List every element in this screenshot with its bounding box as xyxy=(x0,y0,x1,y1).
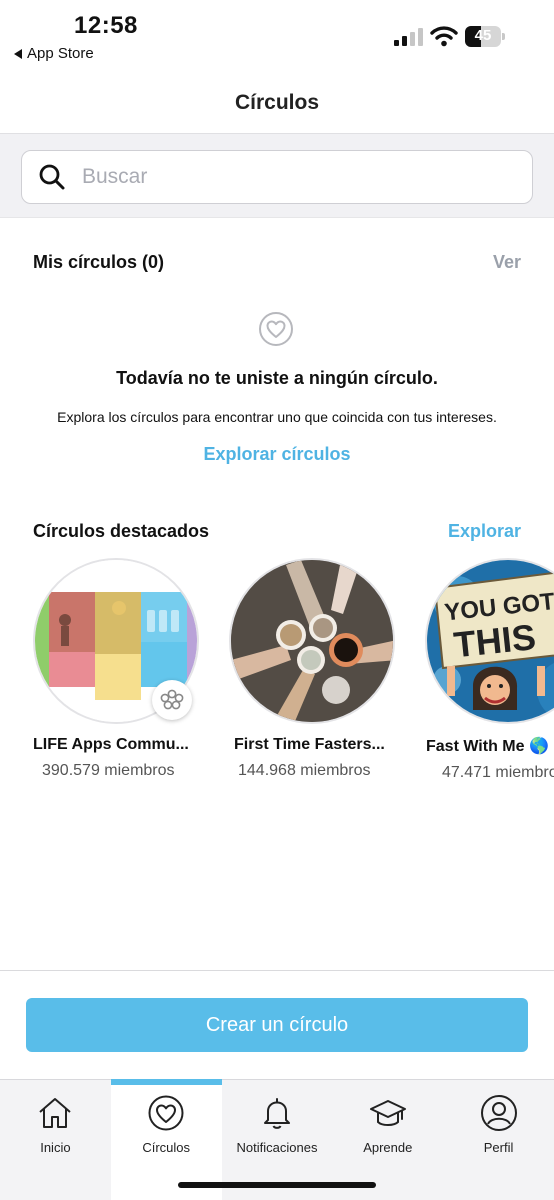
my-circles-header: Mis círculos (0) Ver xyxy=(33,252,521,273)
featured-header: Círculos destacados Explorar xyxy=(33,521,521,542)
tab-inicio[interactable]: Inicio xyxy=(0,1080,111,1200)
tab-perfil[interactable]: Perfil xyxy=(443,1080,554,1200)
status-bar: 12:58 App Store 45 xyxy=(0,0,554,72)
battery-icon: 45 xyxy=(465,26,505,48)
featured-circle-card[interactable]: YOU GOT THIS Fast With Me 🌎 47.471 miemb… xyxy=(425,558,554,782)
back-to-app-store-link[interactable]: App Store xyxy=(14,45,94,62)
circle-name: First Time Fasters... xyxy=(234,736,385,753)
featured-circle-card[interactable]: First Time Fasters... 144.968 miembros xyxy=(229,558,419,780)
person-icon xyxy=(480,1095,517,1131)
cellular-signal-icon xyxy=(394,28,423,46)
divider xyxy=(0,970,554,971)
home-indicator xyxy=(178,1182,376,1188)
empty-state-title: Todavía no te uniste a ningún círculo. xyxy=(116,368,438,388)
circle-cover-image xyxy=(229,558,395,724)
tab-label: Notificaciones xyxy=(236,1140,318,1155)
featured-title: Círculos destacados xyxy=(33,521,210,541)
bell-icon xyxy=(263,1098,290,1129)
explore-featured-link[interactable]: Explorar xyxy=(448,521,521,542)
cover-text-bottom: THIS xyxy=(452,616,538,665)
group-icon xyxy=(160,689,184,710)
tab-label: Perfil xyxy=(483,1140,514,1155)
circle-name: Fast With Me 🌎 xyxy=(426,738,549,755)
page-header: Círculos xyxy=(0,72,554,134)
explore-circles-link[interactable]: Explorar círculos xyxy=(0,444,554,465)
battery-percent: 45 xyxy=(474,27,492,44)
back-app-label: App Store xyxy=(27,45,94,62)
featured-circle-card[interactable]: LIFE Apps Commu... 390.579 miembros xyxy=(33,558,223,780)
heart-circle-icon xyxy=(148,1095,184,1131)
heart-circle-icon xyxy=(259,312,293,346)
group-badge xyxy=(152,680,192,720)
graduation-cap-icon xyxy=(369,1100,406,1126)
status-time: 12:58 xyxy=(74,12,138,39)
circle-member-count: 390.579 miembros xyxy=(42,762,175,779)
tab-label: Inicio xyxy=(40,1140,71,1155)
tab-label: Aprende xyxy=(363,1140,413,1155)
home-icon xyxy=(39,1098,72,1128)
empty-state-description: Explora los círculos para encontrar uno … xyxy=(57,409,497,425)
circle-member-count: 144.968 miembros xyxy=(238,762,371,779)
circle-cover-image: YOU GOT THIS xyxy=(425,558,554,724)
search-box[interactable] xyxy=(21,150,533,204)
search-area xyxy=(0,134,554,218)
my-circles-title: Mis círculos (0) xyxy=(33,252,165,272)
circle-name: LIFE Apps Commu... xyxy=(33,736,189,753)
create-circle-button[interactable]: Crear un círculo xyxy=(26,998,528,1052)
tab-label: Círculos xyxy=(142,1140,191,1155)
search-icon xyxy=(39,164,65,190)
see-my-circles-link[interactable]: Ver xyxy=(493,252,521,273)
search-input[interactable] xyxy=(82,165,502,189)
circle-member-count: 47.471 miembros xyxy=(442,764,554,781)
wifi-icon xyxy=(430,26,458,47)
back-arrow-icon xyxy=(14,48,22,59)
page-title: Círculos xyxy=(234,90,320,114)
